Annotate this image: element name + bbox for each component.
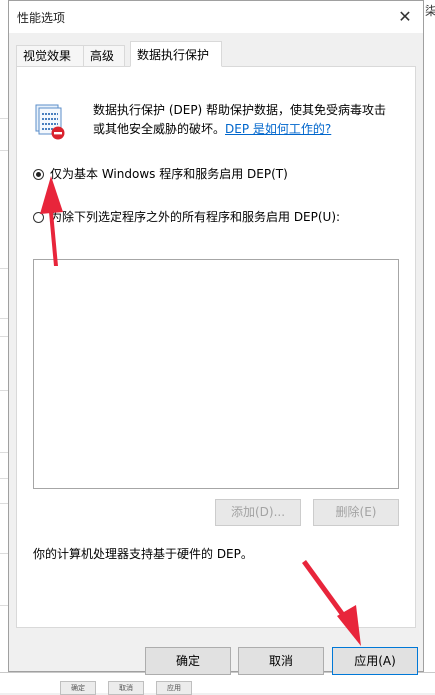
radio-button-unchecked[interactable] (33, 211, 44, 223)
radio-all-except-selected-label: 为除下列选定程序之外的所有程序和服务启用 DEP(U): (50, 210, 341, 224)
background-apply-button: 应用 (156, 681, 192, 695)
title-bar: 性能选项 ✕ (9, 1, 423, 33)
dep-help-link[interactable]: DEP 是如何工作的? (225, 122, 331, 136)
tab-dep[interactable]: 数据执行保护 (130, 41, 222, 67)
remove-button[interactable]: 删除(E) (313, 499, 399, 526)
apply-button[interactable]: 应用(A) (332, 647, 418, 675)
performance-options-dialog: 性能选项 ✕ 视觉效果 高级 数据执行保护 数据执行保护 (DEP) 帮助保护数… (8, 0, 424, 675)
add-button[interactable]: 添加(D)... (215, 499, 301, 526)
background-text: 柒 (425, 4, 435, 18)
tab-visual-effects[interactable]: 视觉效果 (16, 45, 84, 66)
cancel-button[interactable]: 取消 (238, 647, 324, 675)
background-ok-button: 确定 (60, 681, 96, 695)
radio-button-checked[interactable] (33, 168, 44, 180)
hardware-dep-note: 你的计算机处理器支持基于硬件的 DEP。 (33, 547, 253, 561)
dialog-title: 性能选项 (17, 11, 66, 25)
dep-panel: 数据执行保护 (DEP) 帮助保护数据，使其免受病毒攻击或其他安全威胁的破坏。D… (16, 66, 416, 628)
excluded-programs-list[interactable] (33, 259, 399, 489)
radio-all-except-selected[interactable]: 为除下列选定程序之外的所有程序和服务启用 DEP(U): (33, 208, 340, 226)
dep-description: 数据执行保护 (DEP) 帮助保护数据，使其免受病毒攻击或其他安全威胁的破坏。D… (93, 101, 393, 139)
radio-essential-only[interactable]: 仅为基本 Windows 程序和服务启用 DEP(T) (33, 165, 288, 183)
close-icon[interactable]: ✕ (395, 7, 415, 27)
tab-advanced[interactable]: 高级 (83, 45, 125, 66)
background-window-bottom: 确定 取消 应用 (0, 672, 435, 695)
background-window-right: 柒 (423, 0, 435, 692)
radio-essential-only-label: 仅为基本 Windows 程序和服务启用 DEP(T) (50, 167, 288, 181)
background-cancel-button: 取消 (108, 681, 144, 695)
dep-shield-icon (35, 104, 65, 140)
ok-button[interactable]: 确定 (145, 647, 231, 675)
